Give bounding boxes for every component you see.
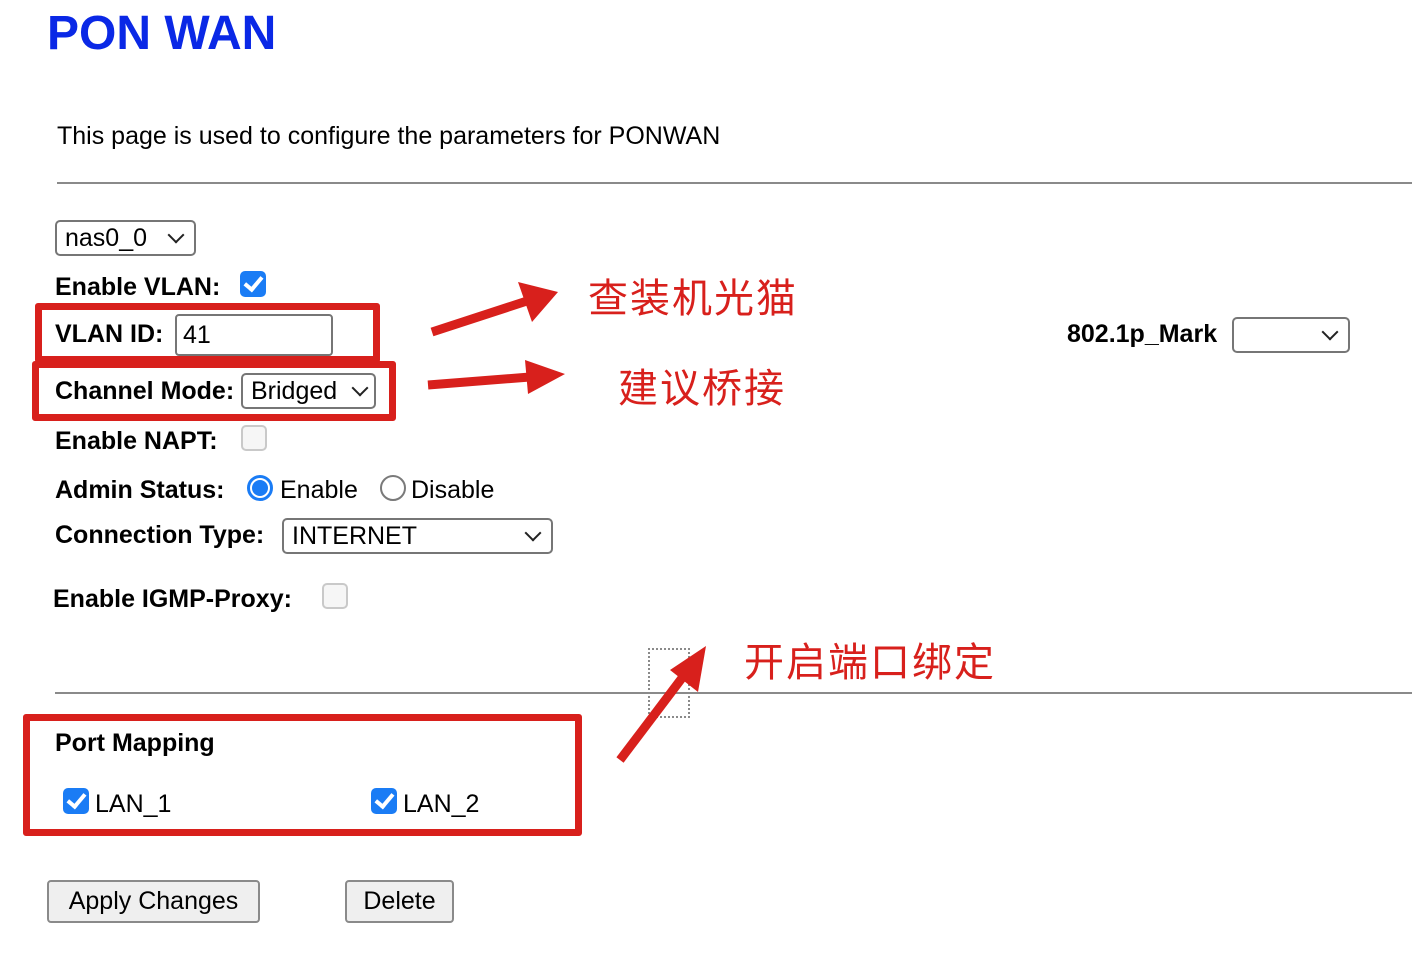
divider-middle: [55, 692, 1412, 694]
channel-mode-value: Bridged: [251, 376, 338, 405]
annotation-vlan-note: 查装机光猫: [588, 277, 798, 321]
enable-napt-label: Enable NAPT:: [55, 427, 218, 455]
connection-type-select[interactable]: INTERNET: [282, 518, 553, 554]
apply-changes-button[interactable]: Apply Changes: [47, 880, 260, 923]
admin-status-enable-radio[interactable]: [247, 475, 273, 501]
enable-napt-checkbox[interactable]: [241, 425, 267, 451]
channel-mode-label: Channel Mode:: [55, 377, 235, 405]
connection-type-label: Connection Type:: [55, 521, 265, 549]
enable-igmp-proxy-label: Enable IGMP-Proxy:: [53, 585, 292, 613]
interface-select-value: nas0_0: [65, 223, 148, 252]
admin-status-enable-label: Enable: [280, 476, 358, 504]
chevron-down-icon: [351, 379, 369, 397]
mark-8021p-select[interactable]: [1232, 317, 1350, 353]
vlan-id-label: VLAN ID:: [55, 320, 164, 348]
chevron-down-icon: [167, 226, 185, 244]
enable-igmp-proxy-checkbox[interactable]: [322, 583, 348, 609]
lan1-checkbox[interactable]: [63, 788, 89, 814]
delete-button[interactable]: Delete: [345, 880, 454, 923]
annotation-arrow-port: [616, 646, 706, 763]
connection-type-value: INTERNET: [292, 521, 417, 550]
arrow-to-port-binding-note: [616, 646, 706, 763]
annotation-port-binding-note: 开启端口绑定: [744, 641, 996, 685]
page-title: PON WAN: [47, 7, 277, 60]
port-mapping-title: Port Mapping: [55, 729, 215, 757]
chevron-down-icon: [1321, 323, 1339, 341]
chevron-down-icon: [524, 524, 542, 542]
annotation-bridge-note: 建议桥接: [618, 367, 786, 411]
divider-top: [57, 182, 1412, 184]
lan1-label: LAN_1: [95, 790, 172, 818]
annotation-arrows: [427, 282, 565, 394]
mark-8021p-label: 802.1p_Mark: [1067, 320, 1218, 348]
arrow-to-vlan-note: [430, 282, 558, 337]
vlan-id-value: 41: [183, 320, 211, 349]
channel-mode-select[interactable]: Bridged: [241, 373, 376, 409]
interface-select[interactable]: nas0_0: [55, 220, 196, 256]
lan2-label: LAN_2: [403, 790, 480, 818]
lan2-checkbox[interactable]: [371, 788, 397, 814]
page-description: This page is used to configure the param…: [57, 122, 721, 150]
admin-status-label: Admin Status:: [55, 476, 225, 504]
vlan-id-input[interactable]: 41: [175, 314, 333, 356]
arrow-to-bridge-note: [427, 360, 565, 394]
admin-status-disable-label: Disable: [411, 476, 495, 504]
enable-vlan-checkbox[interactable]: [240, 271, 266, 297]
enable-vlan-label: Enable VLAN:: [55, 273, 221, 301]
admin-status-disable-radio[interactable]: [380, 475, 406, 501]
